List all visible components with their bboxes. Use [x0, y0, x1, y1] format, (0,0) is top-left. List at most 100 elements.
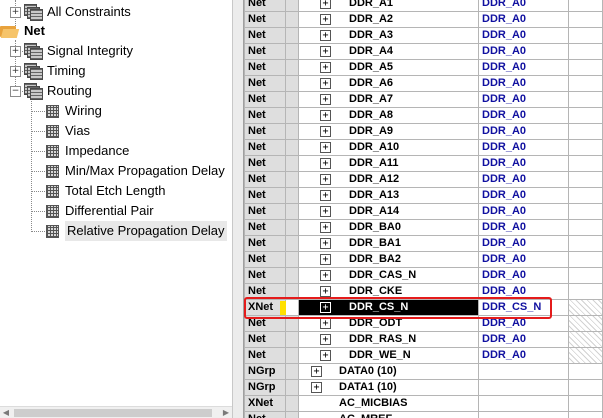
- table-row[interactable]: Net + DDR_BA0 DDR_A0: [244, 220, 603, 236]
- tree-item-signal-integrity[interactable]: Signal Integrity: [24, 41, 133, 61]
- scrollbar-thumb[interactable]: [14, 409, 212, 417]
- object-type-cell[interactable]: Net: [244, 268, 286, 284]
- object-type-cell[interactable]: Net: [244, 204, 286, 220]
- table-row[interactable]: Net + DDR_A2 DDR_A0: [244, 12, 603, 28]
- table-row[interactable]: Net + DDR_A10 DDR_A0: [244, 140, 603, 156]
- target-value-cell[interactable]: DDR_A0: [479, 220, 569, 236]
- expand-row-icon[interactable]: +: [311, 366, 322, 377]
- object-name-cell[interactable]: + DDR_A11: [299, 156, 479, 172]
- expand-row-icon[interactable]: +: [320, 0, 331, 9]
- object-type-cell[interactable]: Net: [244, 348, 286, 364]
- object-type-cell[interactable]: Net: [244, 12, 286, 28]
- object-type-cell[interactable]: Net: [244, 124, 286, 140]
- target-value-cell[interactable]: DDR_A0: [479, 268, 569, 284]
- table-row[interactable]: Net + DDR_RAS_N DDR_A0: [244, 332, 603, 348]
- target-value-cell[interactable]: DDR_CS_N: [479, 300, 569, 316]
- object-name-cell[interactable]: + DDR_A2: [299, 12, 479, 28]
- object-name-cell[interactable]: + DDR_A8: [299, 108, 479, 124]
- scroll-right-icon[interactable]: ▶: [220, 407, 232, 418]
- object-type-cell[interactable]: Net: [244, 188, 286, 204]
- object-name-cell[interactable]: + DDR_CKE: [299, 284, 479, 300]
- target-value-cell[interactable]: DDR_A0: [479, 44, 569, 60]
- table-row[interactable]: NGrp + DATA0 (10): [244, 364, 603, 380]
- object-name-cell[interactable]: + DDR_A7: [299, 92, 479, 108]
- expand-row-icon[interactable]: +: [320, 142, 331, 153]
- object-name-cell[interactable]: + DDR_CS_N: [299, 300, 479, 316]
- target-value-cell[interactable]: DDR_A0: [479, 60, 569, 76]
- expand-row-icon[interactable]: +: [320, 334, 331, 345]
- object-type-cell[interactable]: Net: [244, 236, 286, 252]
- object-name-cell[interactable]: + DDR_A5: [299, 60, 479, 76]
- object-name-cell[interactable]: + DATA1 (10): [299, 380, 479, 396]
- expand-row-icon[interactable]: +: [320, 78, 331, 89]
- expand-row-icon[interactable]: +: [320, 94, 331, 105]
- object-name-cell[interactable]: AC_MREF: [299, 412, 479, 418]
- table-row[interactable]: Net + DDR_A8 DDR_A0: [244, 108, 603, 124]
- target-value-cell[interactable]: DDR_A0: [479, 236, 569, 252]
- target-value-cell[interactable]: DDR_A0: [479, 204, 569, 220]
- object-type-cell[interactable]: Net: [244, 76, 286, 92]
- table-row[interactable]: Net + DDR_CKE DDR_A0: [244, 284, 603, 300]
- object-name-cell[interactable]: + DDR_ODT: [299, 316, 479, 332]
- object-type-cell[interactable]: Net: [244, 172, 286, 188]
- tree-item-total-etch-length[interactable]: Total Etch Length: [46, 181, 165, 201]
- object-name-cell[interactable]: + DDR_CAS_N: [299, 268, 479, 284]
- object-type-cell[interactable]: Net: [244, 156, 286, 172]
- expand-row-icon[interactable]: +: [311, 382, 322, 393]
- target-value-cell[interactable]: DDR_A0: [479, 12, 569, 28]
- expand-row-icon[interactable]: +: [320, 174, 331, 185]
- table-row[interactable]: Net + DDR_ODT DDR_A0: [244, 316, 603, 332]
- object-type-cell[interactable]: Net: [244, 92, 286, 108]
- expand-row-icon[interactable]: +: [320, 254, 331, 265]
- target-value-cell[interactable]: DDR_A0: [479, 0, 569, 12]
- tree-item-min-max-propagation-delay[interactable]: Min/Max Propagation Delay: [46, 161, 225, 181]
- table-row[interactable]: Net + DDR_BA1 DDR_A0: [244, 236, 603, 252]
- object-type-cell[interactable]: Net: [244, 412, 286, 418]
- target-value-cell[interactable]: DDR_A0: [479, 252, 569, 268]
- table-row[interactable]: Net + DDR_A3 DDR_A0: [244, 28, 603, 44]
- object-name-cell[interactable]: + DDR_WE_N: [299, 348, 479, 364]
- target-value-cell[interactable]: DDR_A0: [479, 140, 569, 156]
- object-name-cell[interactable]: + DDR_A10: [299, 140, 479, 156]
- object-type-cell[interactable]: Net: [244, 28, 286, 44]
- object-type-cell[interactable]: Net: [244, 220, 286, 236]
- object-name-cell[interactable]: + DDR_A9: [299, 124, 479, 140]
- object-type-cell[interactable]: Net: [244, 0, 286, 12]
- expand-timing-icon[interactable]: +: [10, 66, 21, 77]
- expand-row-icon[interactable]: +: [320, 14, 331, 25]
- table-row[interactable]: Net + DDR_WE_N DDR_A0: [244, 348, 603, 364]
- expand-row-icon[interactable]: +: [320, 62, 331, 73]
- target-value-cell[interactable]: DDR_A0: [479, 76, 569, 92]
- table-row[interactable]: NGrp + DATA1 (10): [244, 380, 603, 396]
- object-type-cell[interactable]: Net: [244, 108, 286, 124]
- object-name-cell[interactable]: + DDR_A6: [299, 76, 479, 92]
- object-name-cell[interactable]: + DDR_A12: [299, 172, 479, 188]
- object-name-cell[interactable]: + DDR_BA0: [299, 220, 479, 236]
- tree-item-net[interactable]: Net: [0, 21, 45, 41]
- table-row[interactable]: Net + DDR_A1 DDR_A0: [244, 0, 603, 12]
- expand-all-constraints-icon[interactable]: +: [10, 7, 21, 18]
- tree-item-impedance[interactable]: Impedance: [46, 141, 129, 161]
- tree-item-differential-pair[interactable]: Differential Pair: [46, 201, 154, 221]
- target-value-cell[interactable]: DDR_A0: [479, 172, 569, 188]
- expand-row-icon[interactable]: +: [320, 158, 331, 169]
- expand-row-icon[interactable]: +: [320, 350, 331, 361]
- object-type-cell[interactable]: XNet: [244, 396, 286, 412]
- object-type-cell[interactable]: NGrp: [244, 364, 286, 380]
- table-row[interactable]: Net + DDR_CAS_N DDR_A0: [244, 268, 603, 284]
- table-row[interactable]: Net + DDR_A13 DDR_A0: [244, 188, 603, 204]
- expand-row-icon[interactable]: +: [320, 206, 331, 217]
- table-row[interactable]: Net + DDR_A9 DDR_A0: [244, 124, 603, 140]
- expand-row-icon[interactable]: +: [320, 110, 331, 121]
- object-name-cell[interactable]: + DDR_A13: [299, 188, 479, 204]
- table-row[interactable]: XNet AC_MICBIAS: [244, 396, 603, 412]
- object-type-cell[interactable]: NGrp: [244, 380, 286, 396]
- expand-row-icon[interactable]: +: [320, 302, 331, 313]
- target-value-cell[interactable]: DDR_A0: [479, 188, 569, 204]
- table-row[interactable]: Net + DDR_A12 DDR_A0: [244, 172, 603, 188]
- tree-item-relative-propagation-delay[interactable]: Relative Propagation Delay: [46, 221, 227, 241]
- target-value-cell[interactable]: [479, 412, 569, 418]
- target-value-cell[interactable]: [479, 380, 569, 396]
- expand-row-icon[interactable]: +: [320, 30, 331, 41]
- target-value-cell[interactable]: DDR_A0: [479, 28, 569, 44]
